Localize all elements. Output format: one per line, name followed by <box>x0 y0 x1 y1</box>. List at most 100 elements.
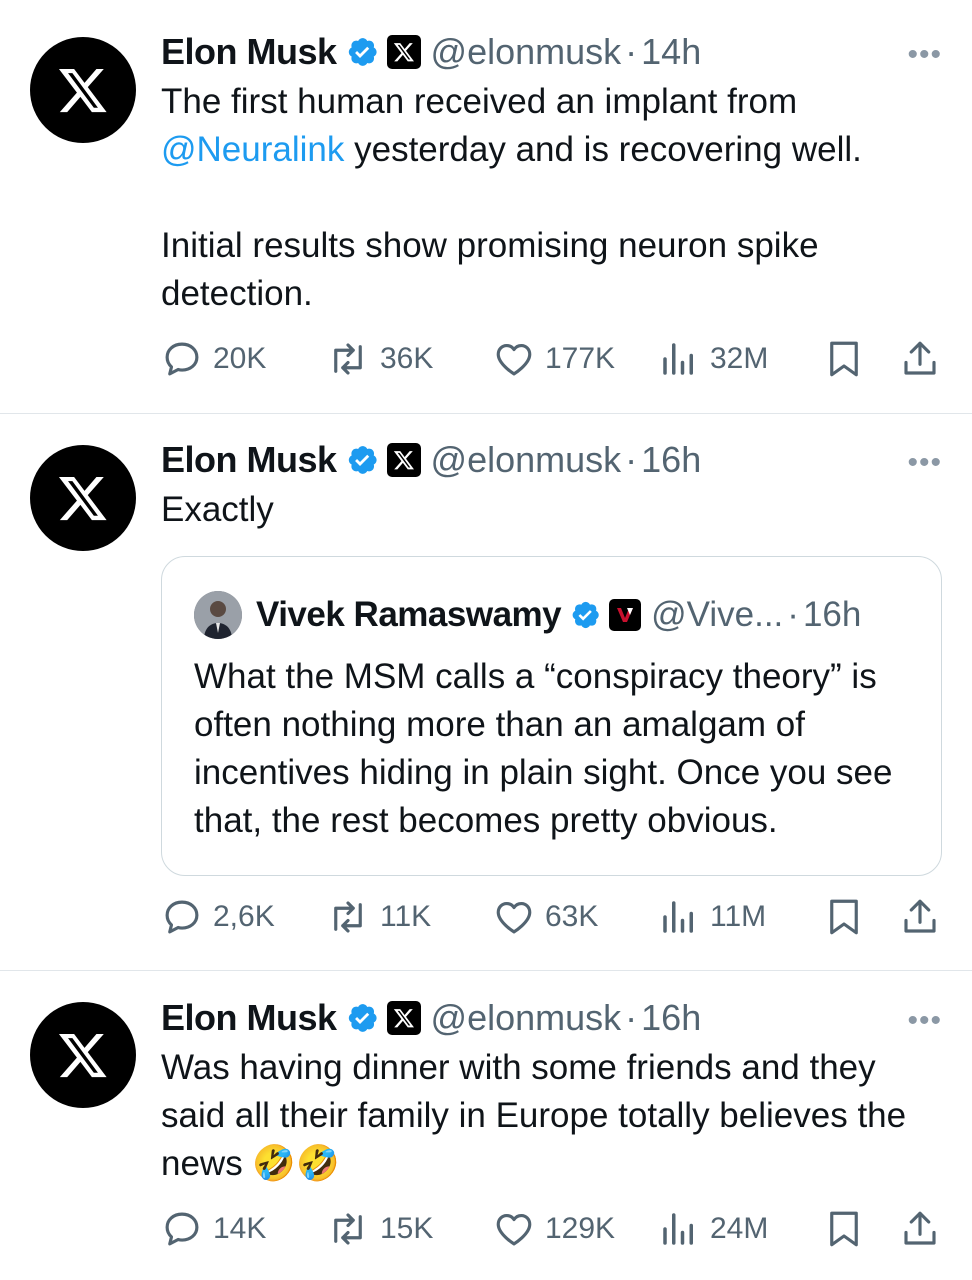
verified-badge-icon <box>345 443 379 477</box>
views-icon <box>663 901 693 933</box>
avatar[interactable] <box>30 37 136 143</box>
share-button[interactable] <box>899 1207 951 1251</box>
repost-button[interactable]: 11K <box>326 895 431 939</box>
like-button[interactable]: 177K <box>493 337 615 381</box>
tweet-3[interactable]: Elon Musk @elonmusk · 16h ••• Was having… <box>0 971 972 1280</box>
mention-link[interactable]: @Neuralink <box>161 130 344 169</box>
affiliate-x-badge-icon[interactable] <box>386 1001 421 1035</box>
tweet-header: Elon Musk @elonmusk · 16h <box>161 439 701 481</box>
author-name[interactable]: Elon Musk <box>161 439 337 481</box>
share-icon <box>904 341 936 375</box>
repost-count: 15K <box>380 1212 434 1245</box>
tweet-text-paragraph: Initial results show promising neuron sp… <box>161 226 819 313</box>
quoted-tweet[interactable]: Vivek Ramaswamy @Vive... · 16h What the … <box>161 556 942 876</box>
quote-text: What the MSM calls a “conspiracy theory”… <box>194 657 893 840</box>
verified-badge-icon <box>569 599 601 631</box>
views-button[interactable]: 24M <box>658 1207 768 1251</box>
separator-dot: · <box>625 997 638 1038</box>
views-button[interactable]: 11M <box>658 895 766 939</box>
reply-button[interactable]: 20K <box>161 337 266 381</box>
timestamp[interactable]: 14h <box>641 31 701 73</box>
quote-header: Vivek Ramaswamy @Vive... · 16h <box>194 591 861 639</box>
like-button[interactable]: 129K <box>493 1207 615 1251</box>
action-bar: 20K 36K 177K 32M <box>161 337 941 381</box>
quote-author-name[interactable]: Vivek Ramaswamy <box>256 595 562 635</box>
share-button[interactable] <box>899 337 951 381</box>
author-handle[interactable]: @elonmusk <box>431 439 622 481</box>
tweet-text-line: yesterday and is recovering well. <box>344 130 862 169</box>
verified-badge-icon <box>345 35 379 69</box>
affiliate-v-badge-icon[interactable] <box>609 599 642 631</box>
more-icon[interactable]: ••• <box>907 446 942 480</box>
bookmark-button[interactable] <box>823 895 875 939</box>
bookmark-button[interactable] <box>823 1207 875 1251</box>
affiliate-x-badge-icon[interactable] <box>386 443 421 477</box>
reply-icon <box>165 1212 199 1246</box>
reply-count: 20K <box>213 342 267 375</box>
views-icon <box>663 343 693 375</box>
reply-count: 2,6K <box>213 900 275 933</box>
repost-icon <box>334 901 362 933</box>
views-button[interactable]: 32M <box>658 337 768 381</box>
author-name[interactable]: Elon Musk <box>161 997 337 1039</box>
views-count: 24M <box>710 1212 769 1245</box>
x-logo-icon <box>58 68 107 113</box>
repost-icon <box>334 343 362 375</box>
like-icon <box>496 343 532 376</box>
like-count: 63K <box>545 900 599 933</box>
more-icon[interactable]: ••• <box>907 1004 942 1038</box>
like-button[interactable]: 63K <box>493 895 598 939</box>
share-icon <box>904 899 936 933</box>
tweet-text-line: The first human received an implant from <box>161 82 798 121</box>
tweet-header: Elon Musk @elonmusk · 16h <box>161 997 701 1039</box>
bookmark-button[interactable] <box>823 337 875 381</box>
like-count: 177K <box>545 342 616 375</box>
bookmark-icon <box>830 1211 858 1247</box>
share-icon <box>904 1211 936 1245</box>
bookmark-icon <box>830 899 858 935</box>
share-button[interactable] <box>899 895 951 939</box>
reply-button[interactable]: 2,6K <box>161 895 275 939</box>
separator-dot: · <box>625 31 638 72</box>
tweet-1[interactable]: Elon Musk @elonmusk · 14h ••• The first … <box>0 0 972 413</box>
tweet-text: Was having dinner with some friends and … <box>161 1048 907 1183</box>
bookmark-icon <box>830 341 858 377</box>
like-icon <box>496 1213 532 1246</box>
action-bar: 2,6K 11K 63K 11M <box>161 895 941 939</box>
separator-dot: · <box>625 439 638 480</box>
like-icon <box>496 901 532 934</box>
affiliate-x-badge-icon[interactable] <box>386 35 421 69</box>
quote-timestamp[interactable]: 16h <box>803 595 861 635</box>
tweet-2[interactable]: Elon Musk @elonmusk · 16h ••• Exactly Vi… <box>0 414 972 970</box>
verified-badge-icon <box>345 1001 379 1035</box>
reply-icon <box>165 900 199 934</box>
reply-icon <box>165 342 199 376</box>
separator-dot: · <box>787 595 799 634</box>
repost-icon <box>334 1213 362 1245</box>
x-logo-icon <box>58 1033 107 1078</box>
views-count: 32M <box>710 342 769 375</box>
views-icon <box>663 1213 693 1245</box>
quote-author-handle[interactable]: @Vive... <box>651 595 783 635</box>
like-count: 129K <box>545 1212 616 1245</box>
repost-count: 36K <box>380 342 434 375</box>
author-handle[interactable]: @elonmusk <box>431 997 622 1039</box>
x-logo-icon <box>58 476 107 521</box>
avatar[interactable] <box>30 1002 136 1108</box>
quote-avatar[interactable] <box>194 591 242 639</box>
tweet-header: Elon Musk @elonmusk · 14h <box>161 31 701 73</box>
timestamp[interactable]: 16h <box>641 997 701 1039</box>
repost-count: 11K <box>380 900 432 933</box>
action-bar: 14K 15K 129K 24M <box>161 1207 941 1251</box>
repost-button[interactable]: 36K <box>326 337 433 381</box>
views-count: 11M <box>710 900 767 933</box>
tweet-text: Exactly <box>161 490 274 529</box>
repost-button[interactable]: 15K <box>326 1207 433 1251</box>
author-name[interactable]: Elon Musk <box>161 31 337 73</box>
avatar[interactable] <box>30 445 136 551</box>
author-handle[interactable]: @elonmusk <box>431 31 622 73</box>
reply-button[interactable]: 14K <box>161 1207 266 1251</box>
timestamp[interactable]: 16h <box>641 439 701 481</box>
reply-count: 14K <box>213 1212 267 1245</box>
more-icon[interactable]: ••• <box>907 38 942 72</box>
